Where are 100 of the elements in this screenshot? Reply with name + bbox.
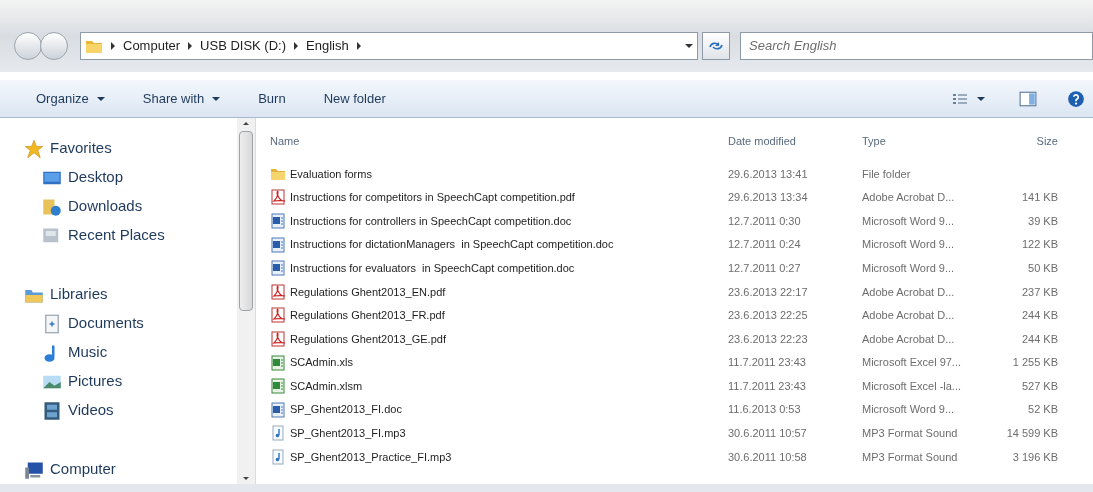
size-cell: 527 KB <box>1021 379 1058 392</box>
type-cell-text: Adobe Acrobat D... <box>862 190 956 206</box>
file-name[interactable]: SP_Ghent2013_Practice_FI.mp3 <box>290 448 452 466</box>
file-name[interactable]: Instructions for dictationManagers in SpeechCapt competition.doc <box>290 236 614 253</box>
date-cell-text: 30.6.2011 10:58 <box>728 449 808 465</box>
file-row[interactable]: Regulations Ghent2013_GE.pdf 23.6.2013 22:23 Adobe Acrobat D... 244 KB <box>256 327 1093 351</box>
address-bar[interactable]: Computer USB DISK (D:) English <box>80 32 698 60</box>
refresh-button[interactable] <box>702 32 730 60</box>
type-cell-text: Microsoft Word 9... <box>862 260 956 276</box>
pdf-file-icon <box>270 307 286 324</box>
date-cell-text: 23.6.2013 22:23 <box>728 331 809 347</box>
column-header[interactable]: Date modified <box>728 132 862 150</box>
type-cell-text: Adobe Acrobat D... <box>862 284 956 300</box>
folder-icon <box>85 38 103 54</box>
type-cell-text: Microsoft Word 9... <box>862 213 956 229</box>
column-header[interactable]: Name <box>256 132 728 150</box>
type-cell-text: Microsoft Word 9... <box>862 237 956 253</box>
column-header[interactable]: Size <box>980 132 1058 150</box>
chevron-icon[interactable] <box>111 42 115 50</box>
chevron-icon[interactable] <box>356 42 361 50</box>
date-cell-text: 30.6.2011 10:57 <box>728 426 808 442</box>
file-row[interactable]: Regulations Ghent2013_EN.pdf 23.6.2013 22:17 Adobe Acrobat D... 237 KB <box>256 279 1093 304</box>
size-cell: 50 KB <box>1028 261 1058 274</box>
size-cell: 1 255 KB <box>1012 356 1058 369</box>
file-row[interactable]: SP_Ghent2013_FI.mp3 30.6.2011 10:57 MP3 Format Sound 14 599 KB <box>256 421 1093 446</box>
column-header[interactable]: Type <box>862 132 980 150</box>
type-cell-text: Microsoft Excel -la... <box>862 378 963 394</box>
file-name[interactable]: Evaluation forms <box>290 165 372 183</box>
toolbar-button[interactable]: Burn <box>258 88 286 109</box>
type-cell-text: Adobe Acrobat D... <box>862 308 956 324</box>
pdf-file-icon <box>270 189 286 206</box>
file-row[interactable]: Instructions for dictationManagers in SpeechCapt competition.doc 12.7.2011 0:24 Microsoft Word 9... 122 KB <box>256 232 1093 257</box>
file-name[interactable]: Instructions for competitors in SpeechCapt competition.pdf <box>290 189 575 206</box>
file-name[interactable]: Regulations Ghent2013_FR.pdf <box>290 307 445 324</box>
pdf-file-icon <box>270 330 286 347</box>
file-name[interactable]: Regulations Ghent2013_GE.pdf <box>290 330 446 348</box>
date-cell-text: 12.7.2011 0:30 <box>728 213 802 229</box>
size-cell: 244 KB <box>1021 309 1058 322</box>
file-name[interactable]: Instructions for evaluators in SpeechCapt competition.doc <box>290 259 575 277</box>
chevron-icon[interactable] <box>188 42 193 50</box>
scrollbar[interactable] <box>237 118 255 484</box>
dropdown-arrow-icon[interactable] <box>977 96 985 101</box>
word-document-icon <box>270 401 286 418</box>
word-document-icon <box>270 260 286 277</box>
refresh-icon <box>708 40 724 52</box>
breadcrumb[interactable]: English <box>306 36 349 56</box>
type-cell-text: MP3 Format Sound <box>862 449 959 465</box>
nav-item[interactable]: Favorites <box>24 134 237 163</box>
date-cell-text: 23.6.2013 22:25 <box>728 308 809 324</box>
breadcrumb[interactable]: USB DISK (D:) <box>200 36 287 56</box>
nav-item[interactable]: Computer <box>24 455 237 484</box>
spreadsheet-icon <box>270 378 286 395</box>
type-cell-text: Microsoft Excel 97... <box>862 355 963 371</box>
nav-item[interactable]: Desktop <box>42 163 237 192</box>
nav-item[interactable]: Libraries <box>24 280 237 309</box>
file-row[interactable]: Instructions for evaluators in SpeechCapt competition.doc 12.7.2011 0:27 Microsoft Word 9... 50 KB <box>256 256 1093 280</box>
nav-item[interactable]: Recent Places <box>42 221 237 250</box>
size-cell: 244 KB <box>1021 332 1058 345</box>
date-cell-text: 11.6.2013 0:53 <box>728 402 802 418</box>
document-icon <box>42 313 62 334</box>
scroll-up-icon <box>243 122 249 125</box>
file-row[interactable]: SP_Ghent2013_FI.doc 11.6.2013 0:53 Microsoft Word 9... 52 KB <box>256 397 1093 422</box>
toolbar-button[interactable]: New folder <box>323 88 386 109</box>
nav-item[interactable]: Videos <box>42 396 237 425</box>
file-row[interactable]: SCAdmin.xls 11.7.2011 23:43 Microsoft Excel 97... 1 255 KB <box>256 350 1093 375</box>
nav-item[interactable]: Music <box>42 338 237 367</box>
type-cell-text: File folder <box>862 166 912 182</box>
file-row[interactable]: SCAdmin.xlsm 11.7.2011 23:43 Microsoft Excel -la... 527 KB <box>256 374 1093 398</box>
type-cell-text: MP3 Format Sound <box>862 426 959 442</box>
date-cell-text: 29.6.2013 13:41 <box>728 166 809 182</box>
toolbar-button[interactable]: Organize <box>36 88 105 109</box>
file-row[interactable]: Instructions for controllers in SpeechCapt competition.doc 12.7.2011 0:30 Microsoft Word 9... 39 KB <box>256 209 1093 233</box>
scroll-thumb[interactable] <box>239 131 253 311</box>
file-row[interactable]: SP_Ghent2013_Practice_FI.mp3 30.6.2011 10:58 MP3 Format Sound 3 196 KB <box>256 445 1093 469</box>
toolbar-button[interactable]: Share with <box>142 88 221 109</box>
file-name[interactable]: SP_Ghent2013_FI.doc <box>290 401 402 418</box>
word-document-icon <box>270 213 286 229</box>
file-row[interactable]: Regulations Ghent2013_FR.pdf 23.6.2013 22:25 Adobe Acrobat D... 244 KB <box>256 303 1093 328</box>
file-row[interactable]: Instructions for competitors in SpeechCapt competition.pdf 29.6.2013 13:34 Adobe Acrobat D... 141 KB <box>256 185 1093 210</box>
file-name[interactable]: SP_Ghent2013_FI.mp3 <box>290 425 406 442</box>
chevron-icon[interactable] <box>294 42 299 50</box>
file-name[interactable]: Regulations Ghent2013_EN.pdf <box>290 283 446 300</box>
file-name[interactable]: SCAdmin.xlsm <box>290 377 363 395</box>
date-cell-text: 23.6.2013 22:17 <box>728 284 809 300</box>
file-name[interactable]: SCAdmin.xls <box>290 354 353 371</box>
size-cell: 14 599 KB <box>1006 427 1058 440</box>
scroll-down-icon <box>243 477 249 480</box>
file-row[interactable]: Evaluation forms 29.6.2013 13:41 File folder <box>256 162 1093 186</box>
word-document-icon <box>270 236 286 253</box>
date-cell-text: 11.7.2011 23:43 <box>728 355 807 371</box>
nav-item[interactable]: Downloads <box>42 192 237 221</box>
file-name[interactable]: Instructions for controllers in SpeechCapt competition.doc <box>290 212 572 230</box>
breadcrumb[interactable]: Computer <box>123 36 181 56</box>
nav-item[interactable]: Documents <box>42 309 237 338</box>
audio-file-icon <box>270 448 286 465</box>
nav-item[interactable]: Pictures <box>42 367 237 396</box>
pdf-file-icon <box>270 283 286 300</box>
type-cell-text: Adobe Acrobat D... <box>862 331 956 347</box>
dropdown-arrow-icon[interactable] <box>685 44 693 48</box>
search-field[interactable]: Search English <box>740 32 1093 60</box>
